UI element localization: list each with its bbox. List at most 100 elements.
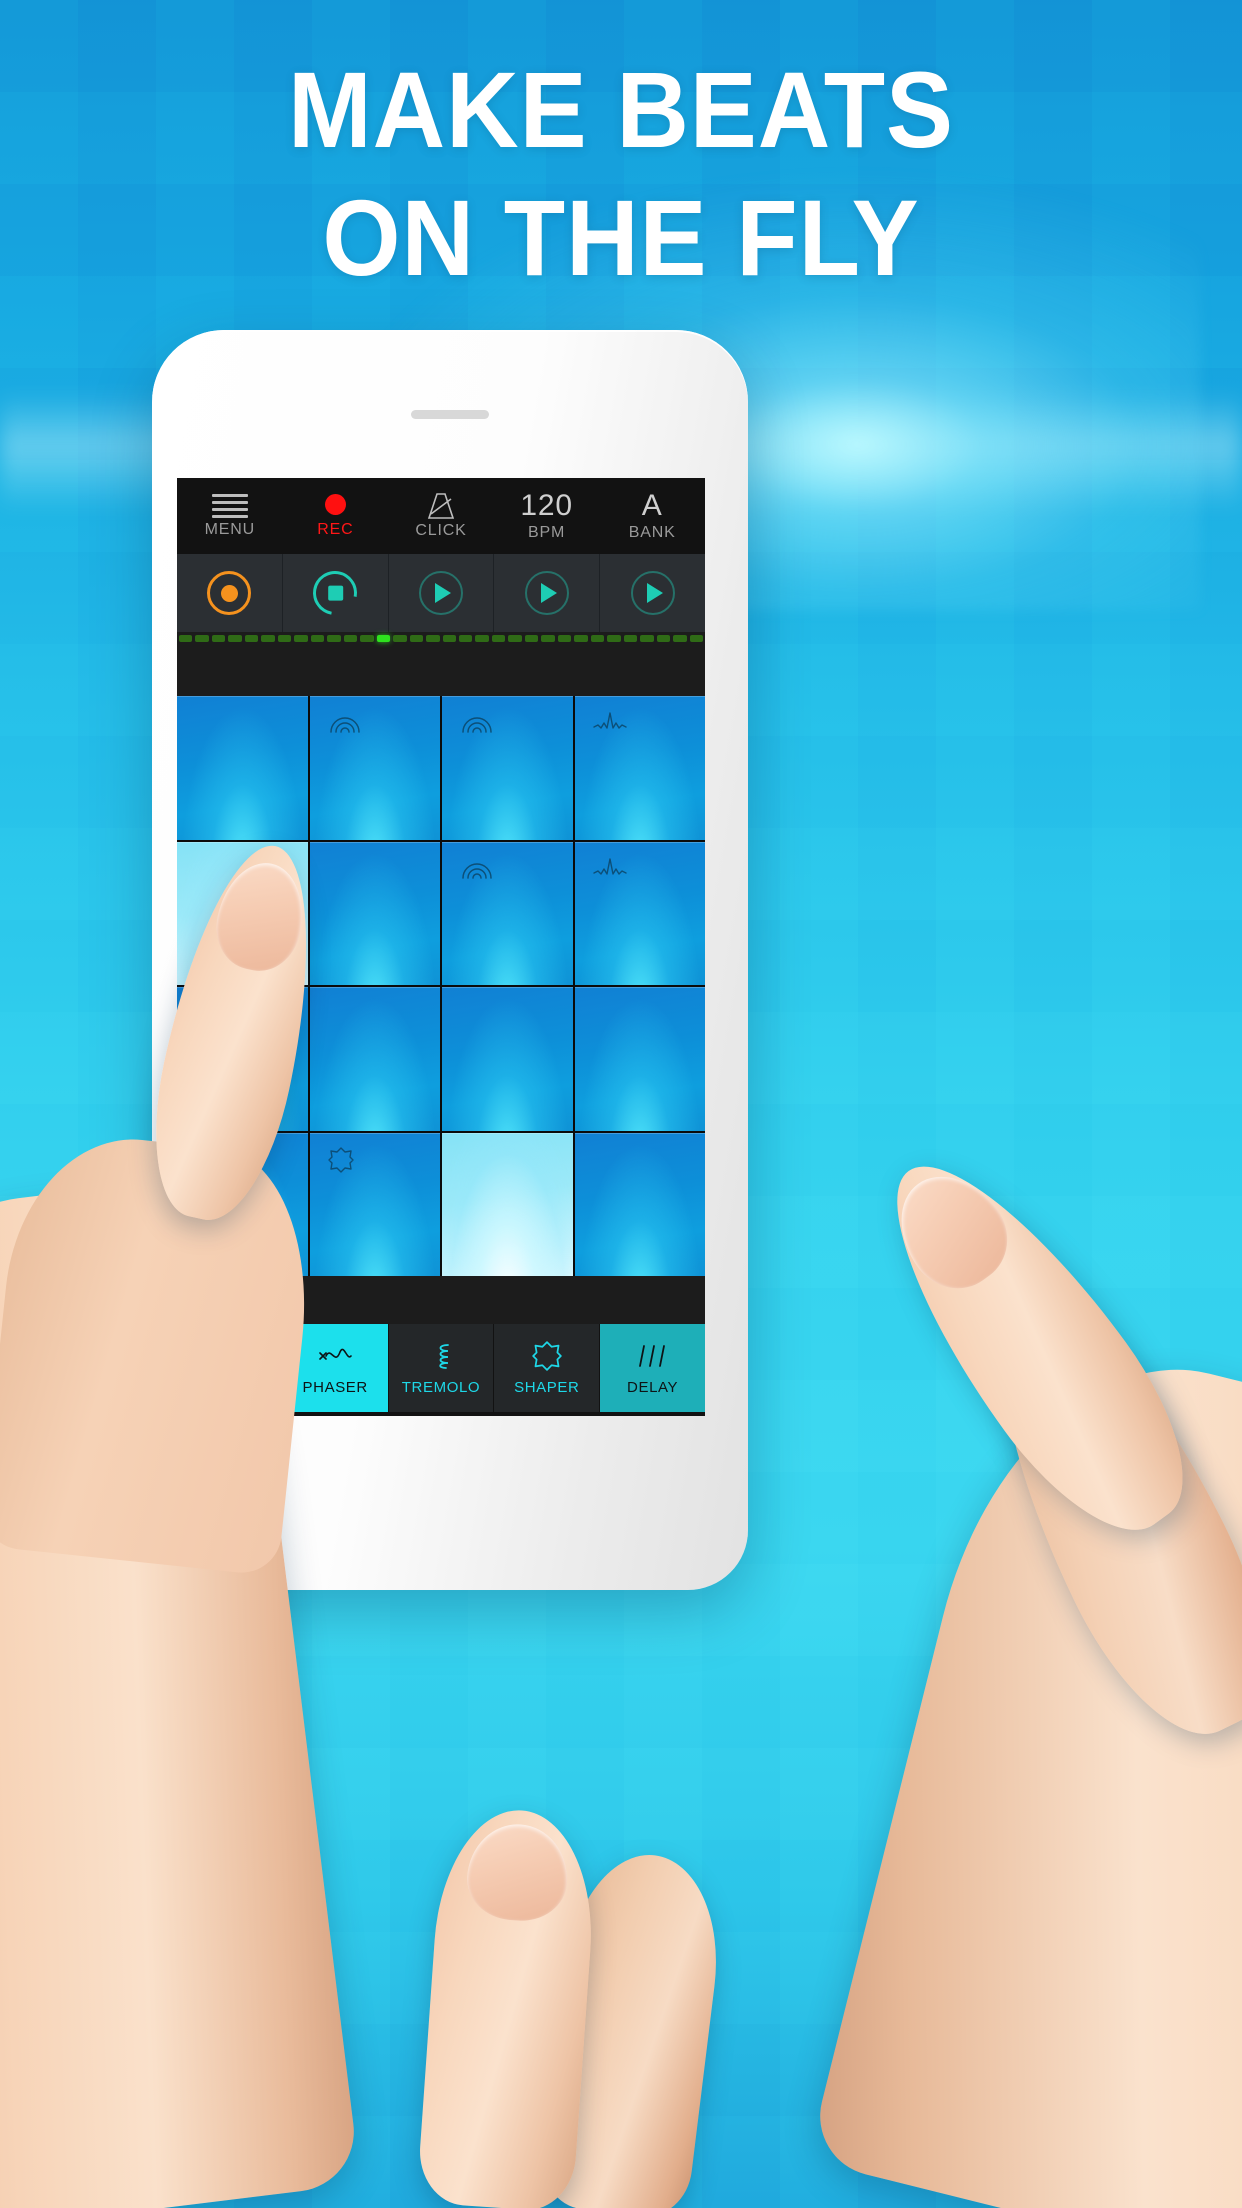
- rec-label: REC: [317, 521, 354, 538]
- play-button-1[interactable]: [389, 554, 495, 632]
- drum-pad[interactable]: [442, 1132, 573, 1276]
- fx-tab-label: DELAY: [627, 1378, 679, 1396]
- fx-tab-bar[interactable]: FX PHASER TREMOLO SHAPER DELAY: [177, 1324, 705, 1412]
- sequencer-step[interactable]: [574, 635, 588, 642]
- drum-pad[interactable]: [177, 841, 308, 985]
- fx-tab-label: FX: [219, 1378, 240, 1396]
- sequencer-step[interactable]: [393, 635, 407, 642]
- menu-label: MENU: [204, 521, 255, 538]
- drum-pad[interactable]: [177, 696, 308, 840]
- reverb-arcs-icon: [460, 856, 494, 882]
- drum-pad[interactable]: [309, 841, 440, 985]
- fx-tab-delay[interactable]: DELAY: [600, 1324, 705, 1412]
- sequencer-step[interactable]: [277, 635, 292, 642]
- stop-loop-button[interactable]: [283, 554, 389, 632]
- pad-bottom-spacer: [177, 1276, 705, 1324]
- app-screen: MENU REC CLICK 120 BPM A BANK FX PHASER …: [177, 478, 705, 1416]
- sequencer-step[interactable]: [327, 635, 341, 642]
- play-button-3[interactable]: [600, 554, 705, 632]
- fx-tab-fx[interactable]: FX: [177, 1324, 283, 1412]
- sequencer-step[interactable]: [426, 635, 440, 642]
- fx-tab-label: TREMOLO: [401, 1378, 481, 1396]
- drum-pad[interactable]: [177, 1132, 308, 1276]
- sequencer-step[interactable]: [673, 635, 687, 642]
- pad-grid[interactable]: [177, 696, 705, 1276]
- drum-pad[interactable]: [442, 987, 573, 1131]
- sequencer-step[interactable]: [607, 635, 621, 642]
- sequencer-step[interactable]: [360, 635, 374, 642]
- drum-pad[interactable]: [574, 696, 705, 840]
- bpm-label: BPM: [528, 524, 566, 541]
- filter-curve-icon: [592, 710, 627, 736]
- drum-pad[interactable]: [442, 696, 573, 840]
- drum-pad[interactable]: [574, 841, 705, 985]
- menu-button[interactable]: MENU: [177, 478, 283, 554]
- fx-tab-shaper[interactable]: SHAPER: [494, 1324, 601, 1412]
- record-button[interactable]: [177, 554, 283, 632]
- sequencer-step[interactable]: [343, 635, 358, 642]
- play-triangle-icon: [630, 571, 675, 615]
- sequencer-step[interactable]: [590, 635, 605, 642]
- sequencer-step[interactable]: [689, 635, 703, 642]
- hamburger-menu-icon: [211, 494, 248, 518]
- record-toggle-button[interactable]: REC: [283, 478, 389, 554]
- sequencer-step[interactable]: [294, 635, 308, 642]
- record-dot-icon: [324, 494, 346, 515]
- sequencer-step[interactable]: [508, 635, 522, 642]
- sequencer-step[interactable]: [491, 635, 506, 642]
- sequencer-step[interactable]: [310, 635, 325, 642]
- play-button-2[interactable]: [494, 554, 601, 632]
- bank-value: A: [641, 489, 663, 522]
- phone-mockup: MENU REC CLICK 120 BPM A BANK FX PHASER …: [152, 330, 748, 1590]
- sequencer-step[interactable]: [409, 635, 424, 642]
- sequencer-step[interactable]: [179, 635, 193, 642]
- shaper-star-icon: [327, 1146, 362, 1173]
- drum-pad[interactable]: [177, 987, 308, 1131]
- filter-curve-icon: [592, 856, 627, 882]
- sequencer-step[interactable]: [475, 635, 489, 642]
- delay-icon: [638, 1341, 668, 1371]
- sequencer-step[interactable]: [228, 635, 242, 642]
- fx-tab-tremolo[interactable]: TREMOLO: [388, 1324, 495, 1412]
- drum-pad[interactable]: [442, 841, 573, 985]
- drum-pad[interactable]: [309, 1132, 440, 1276]
- sequencer-step[interactable]: [656, 635, 671, 642]
- shaper-star-icon: [532, 1340, 562, 1371]
- speaker-grille: [411, 410, 489, 419]
- bpm-button[interactable]: 120 BPM: [494, 478, 600, 554]
- record-ring-icon: [207, 571, 252, 615]
- bank-button[interactable]: A BANK: [599, 478, 705, 554]
- sequencer-step[interactable]: [458, 635, 473, 642]
- sequencer-step[interactable]: [640, 635, 654, 642]
- step-sequencer-steps[interactable]: [177, 632, 705, 642]
- fx-tab-phaser[interactable]: PHASER: [282, 1324, 389, 1412]
- sequencer-step[interactable]: [557, 635, 572, 642]
- step-sequencer[interactable]: [177, 632, 705, 696]
- sequencer-step[interactable]: [541, 635, 555, 642]
- sequencer-step[interactable]: [442, 635, 456, 642]
- drum-pad[interactable]: [309, 987, 440, 1131]
- headline-line-2: ON THE FLY: [322, 177, 920, 298]
- tremolo-icon: [426, 1341, 456, 1371]
- sequencer-step[interactable]: [261, 635, 275, 642]
- sequencer-step[interactable]: [195, 635, 209, 642]
- play-triangle-icon: [418, 571, 463, 615]
- app-toolbar: MENU REC CLICK 120 BPM A BANK: [177, 478, 705, 554]
- reverb-arcs-icon: [328, 710, 362, 736]
- sequencer-step[interactable]: [623, 635, 638, 642]
- click-button[interactable]: CLICK: [388, 478, 494, 554]
- transport-row: [177, 554, 705, 632]
- drum-pad[interactable]: [574, 987, 705, 1131]
- sliders-icon: [213, 1341, 245, 1371]
- headline-line-1: MAKE BEATS: [288, 49, 954, 170]
- drum-pad[interactable]: [309, 696, 440, 840]
- sequencer-step[interactable]: [524, 635, 539, 642]
- sequencer-step[interactable]: [211, 635, 226, 642]
- sequencer-step[interactable]: [244, 635, 259, 642]
- sequencer-step[interactable]: [376, 635, 391, 642]
- phaser-icon: [318, 1341, 352, 1371]
- drum-pad[interactable]: [574, 1132, 705, 1276]
- bank-label: BANK: [628, 524, 676, 541]
- metronome-icon: [426, 493, 456, 519]
- reverb-arcs-icon: [460, 710, 494, 736]
